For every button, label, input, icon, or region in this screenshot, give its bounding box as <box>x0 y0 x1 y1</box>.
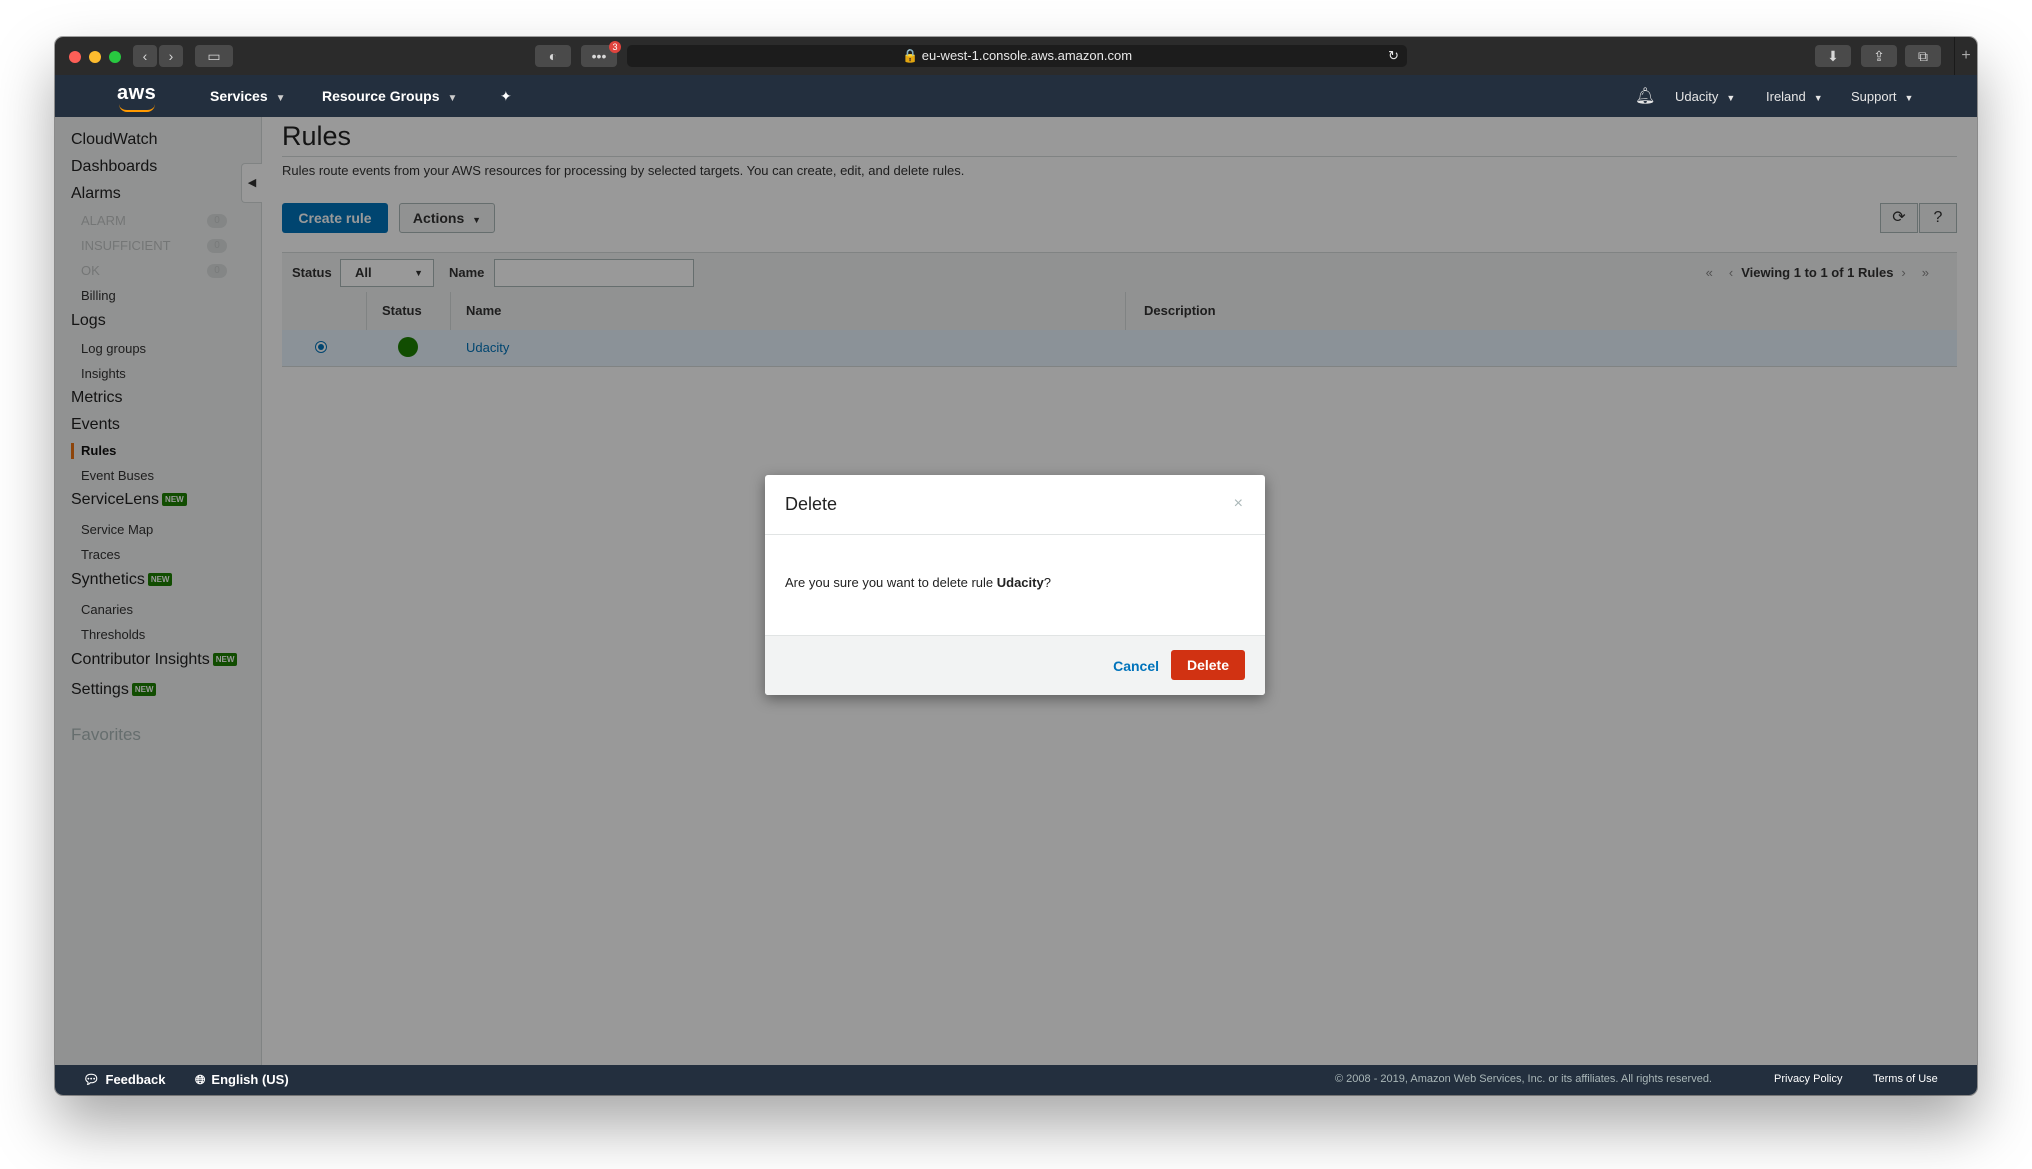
support-menu[interactable]: Support ▼ <box>1851 89 1913 104</box>
close-icon[interactable]: × <box>1234 495 1243 513</box>
notifications-bell-icon[interactable]: 🔔︎ <box>1635 86 1655 106</box>
chevron-down-icon: ▼ <box>275 93 286 104</box>
cancel-button[interactable]: Cancel <box>1113 658 1159 674</box>
browser-toolbar: ‹ › ▭ ◐ ••• 3 🔒 eu-west-1.console.aws.am… <box>55 37 1977 76</box>
address-bar[interactable]: 🔒 eu-west-1.console.aws.amazon.com ↻ <box>627 45 1407 67</box>
copyright-text: © 2008 - 2019, Amazon Web Services, Inc.… <box>1335 1073 1712 1085</box>
sidebar-toggle-icon[interactable]: ▭ <box>195 45 233 67</box>
forward-icon[interactable]: › <box>159 45 183 67</box>
language-selector[interactable]: 🌐︎ English (US) <box>195 1072 289 1088</box>
resource-groups-label: Resource Groups <box>322 88 440 104</box>
console-footer: 💬︎ Feedback 🌐︎ English (US) © 2008 - 2019,… <box>55 1065 1977 1095</box>
back-icon[interactable]: ‹ <box>133 45 157 67</box>
account-label: Udacity <box>1675 89 1719 104</box>
close-window-button[interactable] <box>69 51 81 63</box>
url-text: eu-west-1.console.aws.amazon.com <box>921 48 1133 63</box>
fullscreen-window-button[interactable] <box>109 51 121 63</box>
speech-bubble-icon: 💬︎ <box>83 1072 100 1087</box>
account-menu[interactable]: Udacity ▼ <box>1675 89 1735 104</box>
aws-logo[interactable]: aws <box>117 82 161 112</box>
confirm-delete-button[interactable]: Delete <box>1171 650 1245 680</box>
region-menu[interactable]: Ireland ▼ <box>1766 89 1823 104</box>
dialog-footer: Cancel Delete <box>765 635 1265 695</box>
reload-icon[interactable]: ↻ <box>1388 45 1399 67</box>
lock-icon: 🔒 <box>901 48 919 63</box>
delete-dialog: Delete × Are you sure you want to delete… <box>765 475 1265 695</box>
chevron-down-icon: ▼ <box>1904 93 1914 103</box>
dialog-header: Delete × <box>765 475 1265 535</box>
services-label: Services <box>210 88 268 104</box>
browser-window: ‹ › ▭ ◐ ••• 3 🔒 eu-west-1.console.aws.am… <box>55 37 1977 1095</box>
privacy-extension-icon[interactable]: ◐ <box>535 45 571 67</box>
share-icon[interactable]: ⇪ <box>1861 45 1897 67</box>
extension-badge: 3 <box>609 41 621 53</box>
globe-icon: 🌐︎ <box>195 1072 206 1087</box>
feedback-label: Feedback <box>105 1072 166 1087</box>
dialog-title: Delete <box>785 494 838 514</box>
downloads-icon[interactable]: ⬇ <box>1815 45 1851 67</box>
minimize-window-button[interactable] <box>89 51 101 63</box>
dialog-rule-name: Udacity <box>996 575 1044 590</box>
support-label: Support <box>1851 89 1897 104</box>
privacy-policy-link[interactable]: Privacy Policy <box>1774 1073 1842 1085</box>
new-tab-button[interactable]: + <box>1954 37 1977 75</box>
tabs-overview-icon[interactable]: ⧉ <box>1905 45 1941 67</box>
services-menu[interactable]: Services ▼ <box>210 88 286 104</box>
dialog-message: Are you sure you want to delete rule Uda… <box>785 575 1051 590</box>
resource-groups-menu[interactable]: Resource Groups ▼ <box>322 88 457 104</box>
chevron-down-icon: ▼ <box>1726 93 1736 103</box>
pin-icon[interactable]: ✦ <box>500 88 512 105</box>
feedback-link[interactable]: 💬︎ Feedback <box>83 1072 166 1088</box>
aws-logo-text: aws <box>117 82 157 104</box>
language-label: English (US) <box>211 1072 289 1087</box>
chevron-down-icon: ▼ <box>447 93 458 104</box>
aws-smile-icon <box>119 104 155 112</box>
region-label: Ireland <box>1766 89 1806 104</box>
aws-top-nav: aws Services ▼ Resource Groups ▼ ✦ 🔔︎ Udac… <box>55 75 1977 117</box>
chevron-down-icon: ▼ <box>1813 93 1823 103</box>
dialog-message-text: Are you sure you want to delete rule <box>785 575 997 590</box>
dialog-message-suffix: ? <box>1043 575 1051 590</box>
terms-of-use-link[interactable]: Terms of Use <box>1873 1073 1938 1085</box>
